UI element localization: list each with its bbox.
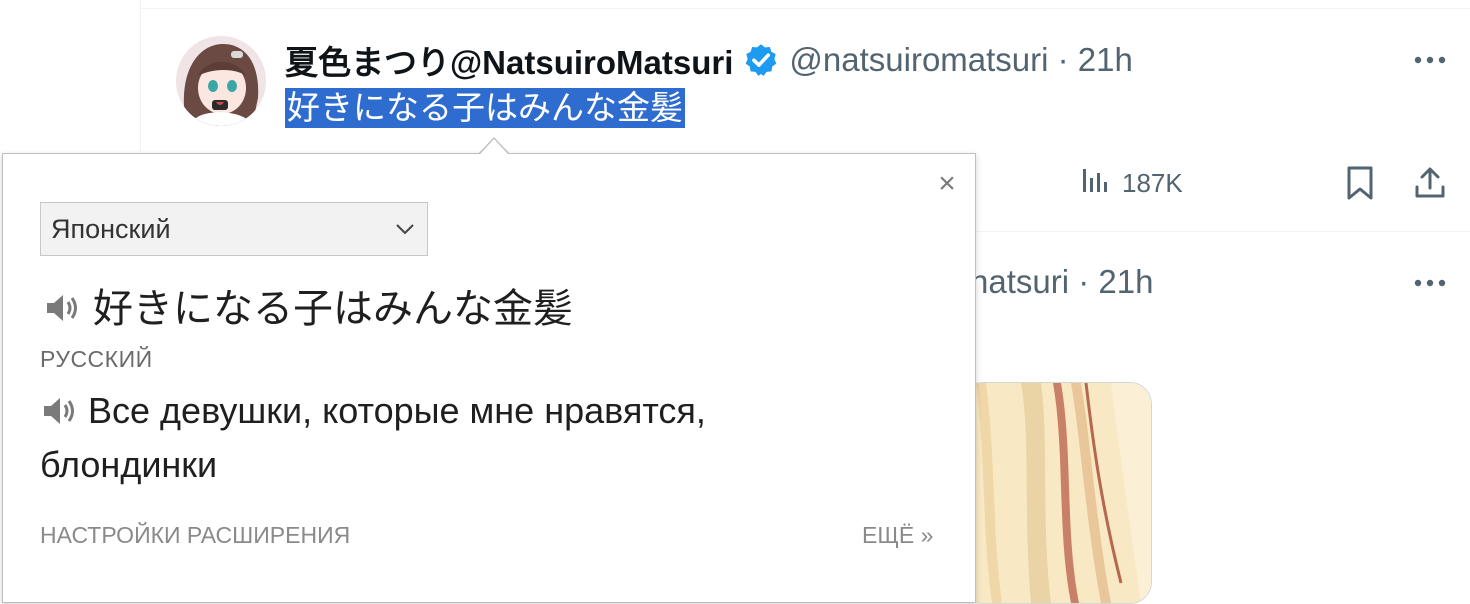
views-icon [1080,165,1110,202]
bookmark-icon[interactable] [1340,163,1380,203]
close-icon[interactable]: × [933,169,961,199]
tweet-header: 夏色まつり@NatsuiroMatsuri @natsuiromatsuri ·… [285,40,1133,81]
more-link[interactable]: ЕЩЁ » [862,522,933,549]
verified-icon [743,42,779,78]
source-language-value: Японский [51,213,171,244]
chevron-down-icon [393,217,417,241]
source-text-row: 好きになる子はみんな金髪 [43,276,573,334]
source-language-select[interactable]: Японский [40,202,428,256]
more-icon[interactable] [1410,40,1450,80]
source-text: 好きになる子はみんな金髪 [93,287,573,331]
share-icon[interactable] [1410,163,1450,203]
avatar[interactable] [176,36,266,126]
translation-text: Все девушки, которые мне нравятся, блонд… [40,390,706,485]
display-name[interactable]: 夏色まつり@NatsuiroMatsuri [285,36,733,84]
extension-settings-link[interactable]: НАСТРОЙКИ РАСШИРЕНИЯ [40,522,350,549]
speaker-icon[interactable] [40,388,80,424]
more-icon[interactable] [1410,263,1450,303]
tweet-media-image[interactable] [960,382,1152,604]
handle-and-time[interactable]: @natsuiromatsuri · 21h [789,41,1132,79]
popup-pointer-inner [480,139,508,154]
target-language-label: РУССКИЙ [40,346,153,372]
divider [140,8,1470,9]
views-count: 187K [1122,167,1183,198]
speaker-icon[interactable] [43,289,83,321]
translation-popup: × Японский 好きになる子はみんな金髪 РУССКИЙ Все деву… [2,153,976,603]
tweet-text-selected[interactable]: 好きになる子はみんな金髪 [285,88,685,128]
translation-text-row: Все девушки, которые мне нравятся, блонд… [40,384,840,492]
views-button[interactable]: 187K [1080,163,1183,203]
handle-and-time[interactable]: natsuri · 21h [970,263,1153,301]
